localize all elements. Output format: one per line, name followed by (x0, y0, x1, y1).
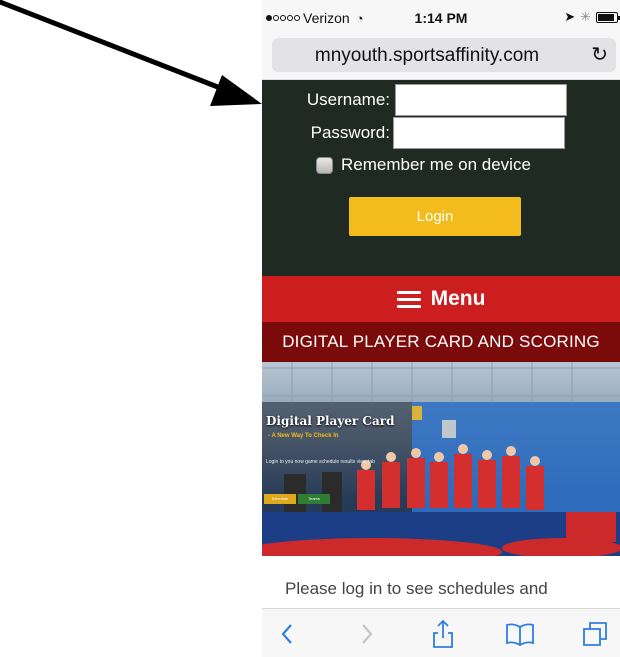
hero-title: Digital Player Card (266, 414, 395, 428)
share-icon[interactable] (428, 619, 458, 649)
hero-text: Login to you now game schedule results v… (266, 459, 375, 465)
bluetooth-icon: ✳ (580, 9, 591, 24)
password-label: Password: (310, 123, 390, 142)
tabs-icon[interactable] (580, 619, 610, 649)
username-input[interactable] (395, 84, 567, 116)
remember-me-label: Remember me on device (341, 155, 531, 174)
page-content: Please log in to see schedules and (262, 556, 620, 608)
annotation-arrow (0, 0, 262, 106)
url-field[interactable]: mnyouth.sportsaffinity.com ↻ (272, 38, 616, 72)
section-banner: DIGITAL PLAYER CARD AND SCORING (262, 322, 620, 362)
browser-address-bar: mnyouth.sportsaffinity.com ↻ (262, 36, 620, 80)
phone-screen: Verizon ◔ 1:14 PM ➤ ✳ mnyouth.sportsaffi… (262, 0, 620, 657)
hero-image[interactable]: Digital Player Card - A New Way To Check… (262, 362, 620, 556)
status-bar: Verizon ◔ 1:14 PM ➤ ✳ (262, 0, 620, 36)
reload-icon[interactable]: ↻ (591, 42, 608, 67)
login-panel: Username: Password: Remember me on devic… (262, 80, 620, 276)
username-label: Username: (306, 90, 390, 109)
back-icon[interactable] (272, 619, 302, 649)
forward-icon[interactable] (352, 619, 382, 649)
remember-me-checkbox[interactable] (316, 156, 333, 174)
battery-icon (596, 11, 620, 23)
hero-schedule-button[interactable]: Schedule (264, 494, 296, 504)
bookmarks-icon[interactable] (505, 619, 535, 649)
status-right: ➤ ✳ (564, 9, 620, 25)
menu-label: Menu (430, 287, 486, 310)
hamburger-icon (396, 290, 421, 308)
hero-teams-button[interactable]: Teams (298, 494, 330, 504)
remember-me-row[interactable]: Remember me on device (316, 155, 531, 175)
url-text[interactable]: mnyouth.sportsaffinity.com (272, 45, 582, 67)
password-input[interactable] (393, 117, 565, 149)
hero-subtitle: - A New Way To Check In (268, 433, 339, 439)
browser-toolbar (262, 608, 620, 657)
location-icon: ➤ (564, 9, 576, 24)
login-prompt-text: Please log in to see schedules and (285, 579, 548, 598)
login-button[interactable]: Login (349, 197, 521, 236)
menu-button[interactable]: Menu (262, 276, 620, 322)
